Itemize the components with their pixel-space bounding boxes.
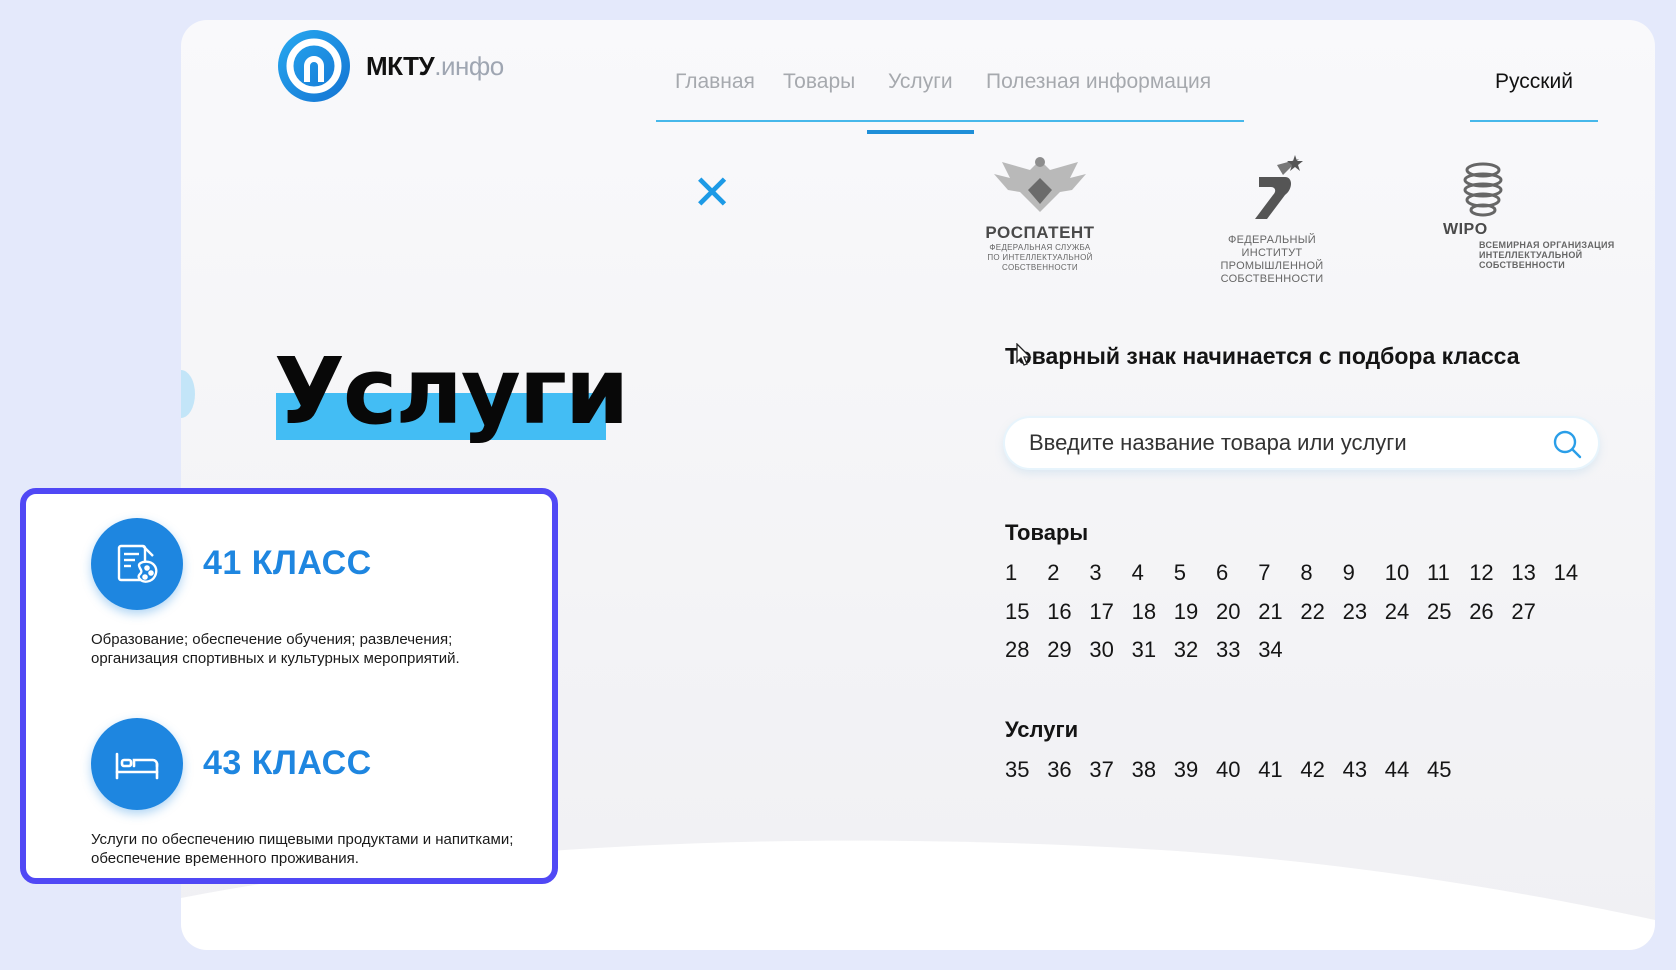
- logo-text: МКТУ.инфо: [366, 50, 504, 81]
- goods-class-1[interactable]: 1: [1005, 560, 1017, 586]
- bed-icon: [91, 718, 183, 810]
- goods-class-27[interactable]: 27: [1511, 599, 1535, 625]
- fips-logo[interactable]: ФЕДЕРАЛЬНЫЙ ИНСТИТУТ ПРОМЫШЛЕННОЙ СОБСТВ…: [1202, 155, 1342, 286]
- nav-home[interactable]: Главная: [675, 70, 755, 94]
- services-class-43[interactable]: 43: [1343, 757, 1367, 783]
- services-class-37[interactable]: 37: [1089, 757, 1113, 783]
- goods-class-17[interactable]: 17: [1089, 599, 1113, 625]
- goods-class-29[interactable]: 29: [1047, 637, 1071, 663]
- goods-class-34[interactable]: 34: [1258, 637, 1282, 663]
- education-art-icon: [91, 518, 183, 610]
- goods-class-18[interactable]: 18: [1132, 599, 1156, 625]
- goods-class-20[interactable]: 20: [1216, 599, 1240, 625]
- services-class-40[interactable]: 40: [1216, 757, 1240, 783]
- site-logo[interactable]: МКТУ.инфо: [276, 28, 504, 104]
- class-43-title: 43 КЛАСС: [203, 744, 372, 782]
- goods-class-13[interactable]: 13: [1511, 560, 1535, 586]
- goods-class-4[interactable]: 4: [1132, 560, 1144, 586]
- logo-mark-icon: [278, 30, 350, 102]
- services-class-38[interactable]: 38: [1132, 757, 1156, 783]
- eagle-emblem-icon: [994, 157, 1086, 212]
- goods-class-19[interactable]: 19: [1174, 599, 1198, 625]
- search-tagline: Товарный знак начинается с подбора класс…: [1005, 343, 1520, 369]
- nav-services[interactable]: Услуги: [867, 70, 974, 134]
- goods-class-11[interactable]: 11: [1427, 560, 1450, 586]
- goods-class-8[interactable]: 8: [1300, 560, 1312, 586]
- goods-class-16[interactable]: 16: [1047, 599, 1071, 625]
- services-class-39[interactable]: 39: [1174, 757, 1198, 783]
- page-title: Услуги: [274, 338, 629, 445]
- services-class-42[interactable]: 42: [1300, 757, 1324, 783]
- services-class-35[interactable]: 35: [1005, 757, 1029, 783]
- goods-class-9[interactable]: 9: [1343, 560, 1355, 586]
- goods-class-22[interactable]: 22: [1300, 599, 1324, 625]
- goods-class-25[interactable]: 25: [1427, 599, 1451, 625]
- goods-class-30[interactable]: 30: [1089, 637, 1113, 663]
- goods-class-3[interactable]: 3: [1089, 560, 1101, 586]
- goods-class-10[interactable]: 10: [1385, 560, 1409, 586]
- goods-class-26[interactable]: 26: [1469, 599, 1493, 625]
- search-icon[interactable]: [1552, 429, 1582, 459]
- goods-class-28[interactable]: 28: [1005, 637, 1029, 663]
- goods-class-12[interactable]: 12: [1469, 560, 1493, 586]
- goods-class-15[interactable]: 15: [1005, 599, 1029, 625]
- wipo-logo[interactable]: WIPO ВСЕМИРНАЯ ОРГАНИЗАЦИЯ ИНТЕЛЛЕКТУАЛЬ…: [1443, 156, 1614, 270]
- class-41-title: 41 КЛАСС: [203, 544, 372, 582]
- goods-class-24[interactable]: 24: [1385, 599, 1409, 625]
- goods-class-33[interactable]: 33: [1216, 637, 1240, 663]
- rospatent-logo[interactable]: РОСПАТЕНТ ФЕДЕРАЛЬНАЯ СЛУЖБА ПО ИНТЕЛЛЕК…: [981, 152, 1099, 273]
- class-41-description: Образование; обеспечение обучения; развл…: [91, 631, 460, 667]
- goods-class-32[interactable]: 32: [1174, 637, 1198, 663]
- goods-class-2[interactable]: 2: [1047, 560, 1059, 586]
- language-selector[interactable]: Русский: [1470, 40, 1598, 122]
- services-heading: Услуги: [1005, 717, 1079, 742]
- goods-class-5[interactable]: 5: [1174, 560, 1186, 586]
- goods-class-21[interactable]: 21: [1258, 599, 1282, 625]
- class-43-description: Услуги по обеспечению пищевыми продуктам…: [91, 831, 514, 867]
- goods-class-14[interactable]: 14: [1554, 560, 1578, 586]
- goods-class-23[interactable]: 23: [1343, 599, 1367, 625]
- search-box: [1005, 418, 1598, 468]
- class-info-card: 41 КЛАСС Образование; обеспечение обучен…: [20, 488, 558, 884]
- close-icon[interactable]: ✕: [692, 170, 732, 218]
- goods-class-31[interactable]: 31: [1132, 637, 1156, 663]
- goods-class-6[interactable]: 6: [1216, 560, 1228, 586]
- nav-goods[interactable]: Товары: [783, 70, 855, 94]
- fips-emblem-icon: [1255, 155, 1303, 219]
- language-label: Русский: [1495, 70, 1573, 93]
- services-class-44[interactable]: 44: [1385, 757, 1409, 783]
- services-class-45[interactable]: 45: [1427, 757, 1451, 783]
- goods-class-7[interactable]: 7: [1258, 560, 1270, 586]
- nav-useful-info[interactable]: Полезная информация: [986, 70, 1211, 94]
- mouse-cursor-icon: [1016, 343, 1032, 366]
- services-class-41[interactable]: 41: [1258, 757, 1282, 783]
- decor-bubble: [181, 370, 195, 418]
- wipo-emblem-icon: [1463, 162, 1503, 217]
- main-nav: Главная Товары Услуги Полезная информаци…: [656, 40, 1244, 134]
- goods-heading: Товары: [1005, 520, 1089, 545]
- services-class-36[interactable]: 36: [1047, 757, 1071, 783]
- search-input[interactable]: [1027, 426, 1541, 460]
